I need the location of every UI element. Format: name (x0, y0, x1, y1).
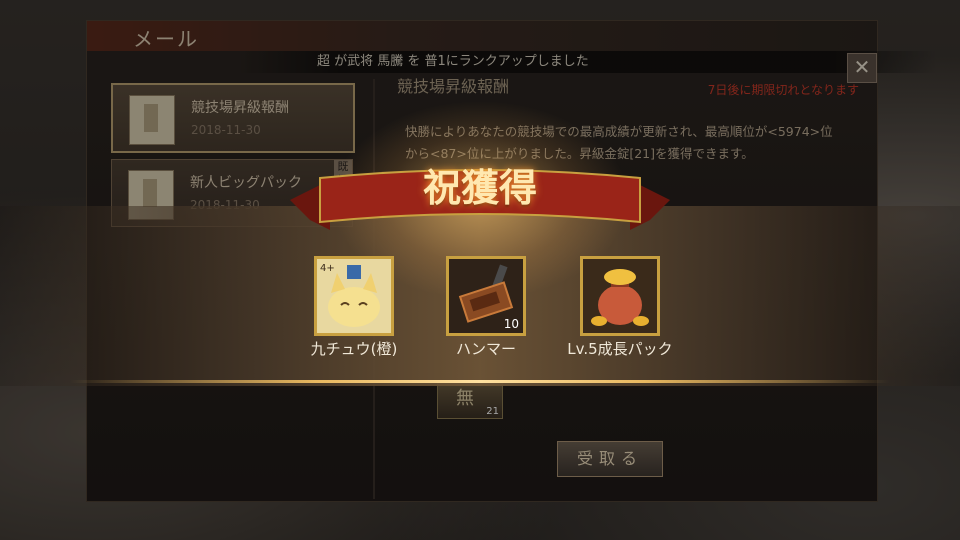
reward-band-edge (70, 380, 890, 383)
hero-star-badge: 4+ (320, 263, 335, 274)
cat-hero-icon: 4+ (317, 259, 391, 333)
reward-popup-title: 祝獲得 (422, 166, 537, 210)
item-quantity: 10 (503, 317, 519, 331)
reward-item-hammer[interactable]: 10 (446, 256, 526, 336)
gold-bag-icon (583, 259, 657, 333)
reward-item-label: ハンマー (455, 340, 516, 358)
reward-item-cat-hero[interactable]: 4+ (314, 256, 394, 336)
reward-item-growth-pack[interactable] (580, 256, 660, 336)
reward-item-label: Lv.5成長パック (567, 340, 673, 358)
reward-item-label: 九チュウ(橙) (310, 340, 398, 358)
